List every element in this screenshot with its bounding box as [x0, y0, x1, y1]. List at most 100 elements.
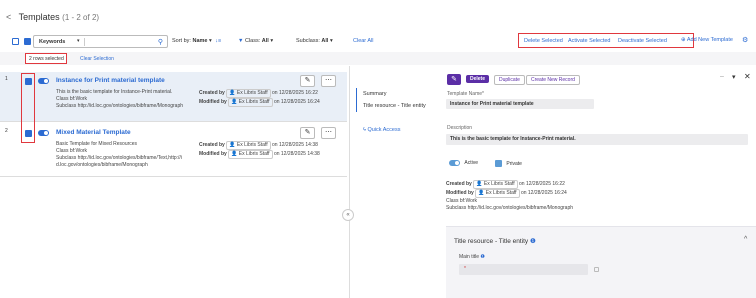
modified-date: on 12/28/2025 14:38 [273, 151, 320, 157]
info-icon: ❶ [530, 238, 536, 245]
page-title: < Templates (1 - 2 of 2) [6, 12, 99, 22]
description-field[interactable]: This is the basic template for Instance-… [446, 134, 748, 145]
user-icon: 👤 [231, 151, 238, 157]
gear-icon[interactable]: ⚙ [742, 36, 748, 44]
edit-button[interactable]: ✎ [300, 127, 315, 139]
modified-label: Modified by [199, 151, 227, 157]
plus-circle-icon: ⊕ [681, 37, 686, 43]
template-name-link[interactable]: Mixed Material Template [56, 129, 131, 136]
pencil-icon: ✎ [304, 77, 311, 84]
template-name-field[interactable]: Instance for Print material template [446, 99, 594, 109]
chevron-down-icon: ▾ [77, 38, 80, 44]
main-title-input[interactable]: * [459, 264, 588, 275]
user-chip[interactable]: 👤 Ex Libris Staff [226, 141, 271, 150]
user-chip[interactable]: 👤 Ex Libris Staff [228, 98, 273, 107]
table-row[interactable]: 2 Mixed Material Template Basic Template… [0, 122, 347, 177]
sort-by-label: Sort by: [172, 38, 191, 44]
subclass-filter[interactable]: Subclass: All ▾ [296, 38, 333, 44]
ellipsis-icon: ⋯ [325, 77, 332, 84]
template-subclass: Subclass http://id.loc.gov/ontologies/bi… [56, 103, 184, 109]
private-checkbox-box[interactable] [495, 160, 502, 167]
page-title-text: Templates [18, 12, 60, 22]
user-icon: 👤 [231, 99, 238, 105]
clear-selection-link[interactable]: Clear Selection [80, 56, 114, 62]
select-all-checkbox[interactable] [24, 38, 31, 45]
subclass-filter-label: Subclass: [296, 38, 320, 44]
user-chip[interactable]: 👤 Ex Libris Staff [226, 89, 271, 98]
class-filter[interactable]: ▼ Class: All ▾ [238, 38, 273, 44]
delete-button[interactable]: Delete [466, 75, 490, 83]
nav-title-resource[interactable]: Title resource - Title entity [363, 103, 426, 109]
quick-access-label: Quick Access [367, 127, 401, 133]
list-view-icon[interactable] [12, 38, 19, 45]
keywords-dropdown[interactable]: Keywords ▾ ⚲ [33, 35, 168, 48]
search-icon[interactable]: ⚲ [158, 38, 163, 46]
row-index: 1 [5, 76, 8, 82]
modified-date: on 12/28/2025 16:24 [520, 190, 567, 196]
user-name: Ex Libris Staff [485, 190, 517, 196]
class-filter-value: All [261, 38, 269, 44]
keywords-label: Keywords [39, 39, 66, 45]
template-description: This is the basic template for Instance-… [56, 89, 173, 95]
close-icon[interactable]: ✕ [744, 72, 751, 81]
user-name: Ex Libris Staff [238, 151, 270, 157]
deactivate-selected-button[interactable]: Deactivate Selected [618, 38, 667, 44]
sort-direction-icon[interactable]: ↓≡ [215, 38, 221, 44]
template-name-value: Instance for Print material template [450, 101, 534, 107]
active-switch[interactable]: Active [449, 160, 478, 166]
filter-icon: ▼ [238, 38, 244, 44]
edit-template-button[interactable]: ✎ [447, 74, 461, 85]
minimize-icon[interactable]: – [720, 73, 724, 80]
created-date: on 12/28/2025 16:22 [272, 90, 318, 96]
results-count: (1 - 2 of 2) [62, 13, 100, 22]
create-new-record-button[interactable]: Create New Record [526, 75, 580, 85]
clear-all-link[interactable]: Clear All [353, 38, 373, 44]
user-chip[interactable]: 👤 Ex Libris Staff [475, 189, 520, 198]
template-list: 1 Instance for Print material template T… [0, 66, 349, 298]
duplicate-button[interactable]: Duplicate [494, 75, 525, 85]
chevron-down-icon: ▾ [270, 38, 274, 44]
delete-selected-button[interactable]: Delete Selected [524, 38, 563, 44]
table-row[interactable]: 1 Instance for Print material template T… [0, 72, 347, 122]
more-actions-button[interactable]: ⋯ [321, 75, 336, 87]
chevron-up-icon[interactable]: ^ [744, 236, 747, 243]
section-header[interactable]: Title resource - Title entity ❶ [454, 237, 536, 245]
user-chip[interactable]: 👤 Ex Libris Staff [473, 180, 518, 189]
active-toggle[interactable] [449, 160, 460, 166]
sort-by-control[interactable]: Sort by: Name ▾ ↓≡ [172, 38, 221, 44]
title-resource-section: Title resource - Title entity ❶ ^ Main t… [446, 226, 756, 298]
detail-subclass: Subclass http://id.loc.gov/ontologies/bi… [446, 205, 574, 211]
quick-access-link[interactable]: ϟ Quick Access [363, 127, 400, 133]
user-icon: 👤 [229, 142, 236, 148]
user-chip[interactable]: 👤 Ex Libris Staff [228, 150, 273, 159]
nav-summary[interactable]: Summary [363, 91, 387, 97]
active-label: Active [464, 160, 479, 167]
active-toggle[interactable] [38, 78, 49, 84]
active-toggle[interactable] [38, 130, 49, 136]
more-actions-button[interactable]: ⋯ [321, 127, 336, 139]
created-label: Created by [446, 181, 472, 187]
chevron-down-icon: ▾ [329, 38, 333, 44]
edit-button[interactable]: ✎ [300, 75, 315, 87]
template-name-link[interactable]: Instance for Print material template [56, 77, 165, 84]
rows-selected-badge: 2 rows selected [25, 53, 67, 64]
template-subclass: Subclass http://id.loc.gov/ontologies/bi… [56, 155, 182, 161]
private-checkbox[interactable]: Private [495, 160, 522, 167]
template-name-label: Template Name* [447, 91, 484, 97]
row-checkboxes-highlight [21, 73, 35, 143]
add-new-template-label: Add New Template [686, 37, 733, 43]
panel-divider [349, 66, 350, 298]
collapse-panel-button[interactable]: « [342, 209, 354, 221]
section-title: Title resource - Title entity [454, 238, 529, 245]
modified-label: Modified by [446, 190, 474, 196]
template-class: Class bf:Work [56, 148, 88, 154]
pencil-icon: ✎ [304, 129, 311, 136]
chevron-down-icon[interactable]: ▾ [732, 73, 736, 81]
private-label: Private [506, 160, 522, 167]
main-title-clear-icon[interactable] [594, 267, 599, 272]
activate-selected-button[interactable]: Activate Selected [568, 38, 611, 44]
add-new-template-button[interactable]: ⊕ Add New Template [681, 37, 733, 43]
back-icon[interactable]: < [6, 12, 11, 22]
template-class: Class bf:Work [56, 96, 88, 102]
detail-modified-by: Modified by 👤 Ex Libris Staff on 12/28/2… [446, 189, 567, 198]
